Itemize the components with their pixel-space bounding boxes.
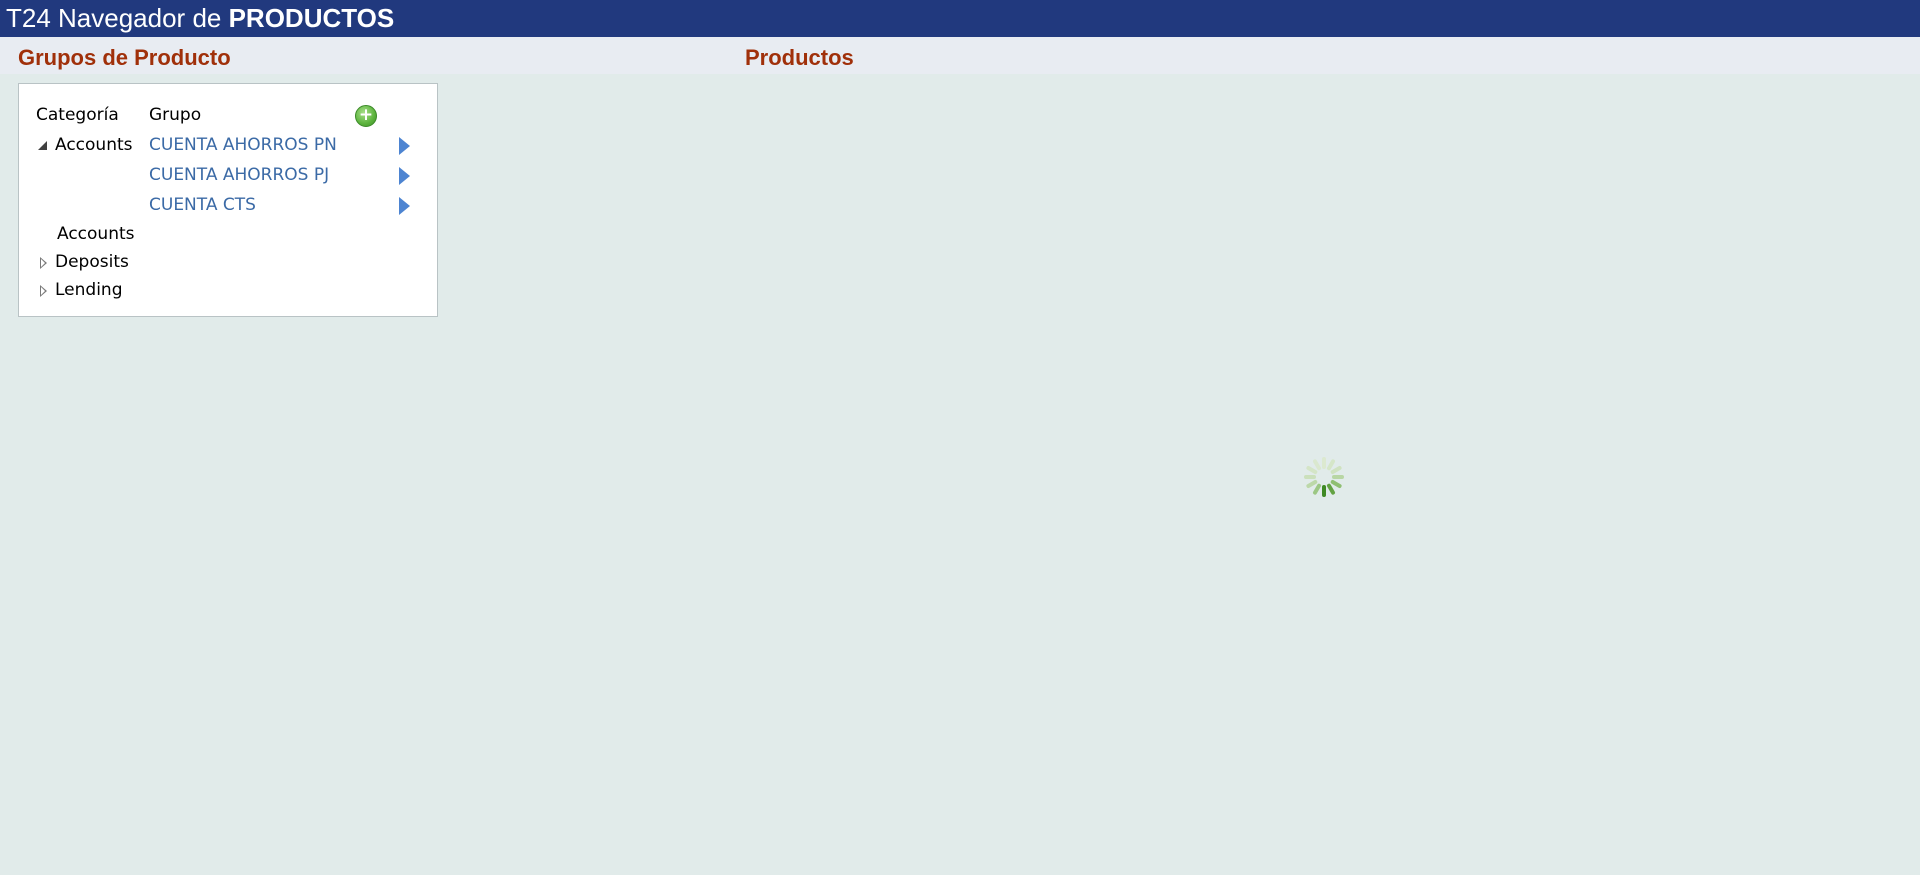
category-column-header: Categoría — [36, 105, 119, 125]
expand-triangle-icon[interactable] — [40, 257, 47, 269]
open-group-arrow-icon[interactable] — [399, 167, 410, 185]
add-circle-icon: + — [358, 105, 374, 125]
group-column-header: Grupo — [149, 105, 202, 125]
expand-triangle-icon[interactable] — [40, 285, 47, 297]
products-section-title: Productos — [745, 45, 854, 70]
app-title-bar: T24 Navegador de PRODUCTOS — [0, 0, 1920, 37]
loading-spinner-icon — [1304, 457, 1344, 497]
section-header-band — [0, 37, 1920, 74]
collapse-triangle-icon[interactable] — [38, 141, 47, 150]
groups-section-title: Grupos de Producto — [18, 45, 231, 70]
open-group-arrow-icon[interactable] — [399, 137, 410, 155]
category-accounts[interactable]: Accounts — [36, 135, 136, 157]
category-lending[interactable]: Lending — [36, 280, 136, 302]
open-group-arrow-icon[interactable] — [399, 197, 410, 215]
app-title-bold: PRODUCTOS — [228, 3, 395, 33]
category-deposits[interactable]: Deposits — [36, 252, 136, 274]
add-group-button[interactable]: + — [355, 105, 377, 127]
subcategory-accounts-label: Accounts — [57, 224, 135, 244]
app-title-prefix: T24 Navegador de — [6, 3, 229, 33]
category-label: Lending — [55, 280, 123, 300]
category-label: Accounts — [55, 135, 133, 155]
group-link-cuenta-cts[interactable]: CUENTA CTS — [149, 195, 256, 215]
category-label: Deposits — [55, 252, 129, 272]
group-link-cuenta-ahorros-pj[interactable]: CUENTA AHORROS PJ — [149, 165, 329, 185]
group-link-cuenta-ahorros-pn[interactable]: CUENTA AHORROS PN — [149, 135, 337, 155]
